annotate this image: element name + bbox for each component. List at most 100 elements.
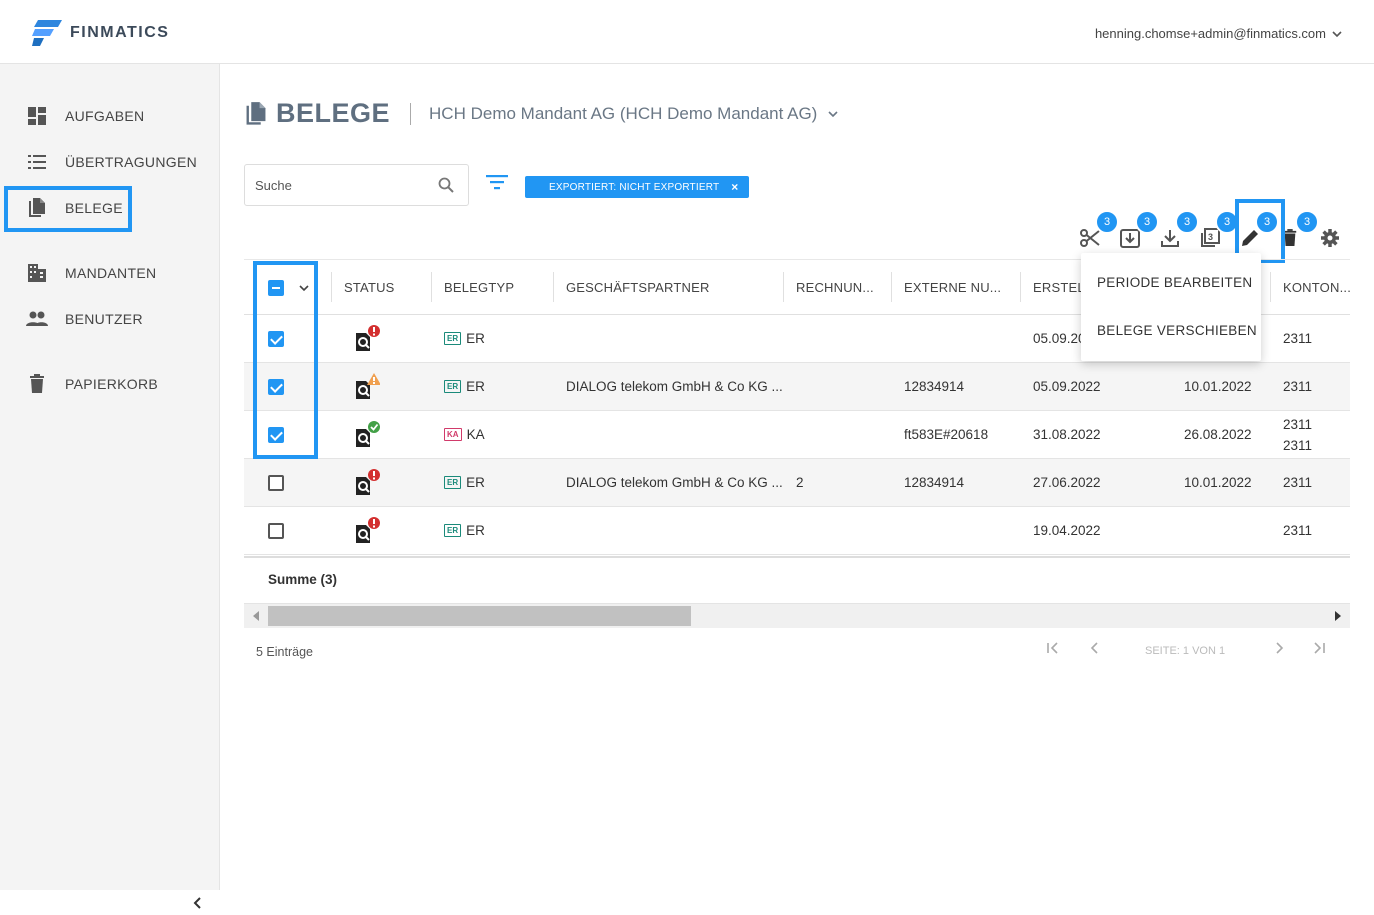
table-row[interactable]: ER ER DIALOG telekom GmbH & Co KG ... 2 1… (244, 459, 1350, 507)
sidebar-item-mandanten[interactable]: MANDANTEN (0, 253, 220, 293)
sidebar-item-label: AUFGABEN (65, 108, 145, 124)
scrollbar-thumb[interactable] (268, 606, 691, 626)
chevron-down-icon (1332, 30, 1342, 37)
svg-text:3: 3 (1208, 232, 1213, 242)
list-icon (26, 151, 48, 173)
erstellt-cell: 05.09.2022 (1033, 379, 1101, 394)
row-checkbox[interactable] (268, 507, 284, 554)
column-divider (553, 272, 554, 302)
belegtyp-tag: ER (444, 380, 462, 393)
konto-cell: 2311 (1283, 475, 1313, 490)
externe-nummer-cell: 12834914 (904, 475, 965, 490)
belegtyp-text: ER (466, 523, 485, 538)
page-info: SEITE: 1 VON 1 (1145, 645, 1226, 657)
status-warning-icon[interactable] (354, 363, 380, 410)
top-bar: FINMATICS henning.chomse+admin@finmatics… (0, 0, 1374, 64)
search-input[interactable] (245, 165, 425, 205)
status-ok-icon[interactable] (354, 411, 380, 458)
belegtyp-tag: ER (444, 476, 462, 489)
partner-cell: DIALOG telekom GmbH & Co KG ... (566, 475, 783, 490)
sidebar-item-uebertragungen[interactable]: ÜBERTRAGUNGEN (0, 142, 220, 182)
scroll-left-icon[interactable] (252, 611, 260, 621)
previous-page-icon[interactable] (1088, 641, 1102, 655)
konto-value: 2311 (1283, 416, 1313, 432)
belegtyp-tag: ER (444, 332, 462, 345)
column-header-konto[interactable]: KONTON... (1283, 260, 1351, 315)
title-divider (410, 102, 412, 125)
gear-icon (1321, 229, 1339, 247)
collapse-sidebar-button[interactable] (192, 896, 204, 915)
next-page-icon[interactable] (1272, 641, 1286, 655)
belegtyp-cell: ER ER (444, 363, 485, 410)
people-icon (26, 308, 48, 330)
column-header-status[interactable]: STATUS (344, 260, 395, 315)
datum-cell: 10.01.2022 (1184, 475, 1252, 490)
status-error-icon[interactable] (354, 507, 380, 554)
belegtyp-tag: ER (444, 524, 462, 537)
entry-count: 5 Einträge (256, 645, 313, 659)
belegtyp-tag: KA (444, 428, 462, 441)
belegtyp-cell: ER ER (444, 459, 485, 506)
column-header-externe-nummer[interactable]: EXTERNE NU... (904, 260, 1001, 315)
sidebar-item-label: PAPIERKORB (65, 376, 158, 392)
sidebar-item-papierkorb[interactable]: PAPIERKORB (0, 364, 220, 404)
column-divider (891, 272, 892, 302)
trash-icon (26, 373, 48, 395)
user-menu[interactable]: henning.chomse+admin@finmatics.com (1095, 26, 1342, 41)
scissors-icon (1080, 229, 1100, 247)
brand-name: FINMATICS (70, 24, 170, 41)
sidebar-highlight-frame (4, 186, 132, 232)
sidebar-item-aufgaben[interactable]: AUFGABEN (0, 96, 220, 136)
erstellt-cell: 19.04.2022 (1033, 523, 1101, 538)
user-email: henning.chomse+admin@finmatics.com (1094, 26, 1326, 41)
finmatics-logo[interactable]: FINMATICS (32, 20, 169, 46)
scroll-right-icon[interactable] (1334, 611, 1342, 621)
main-content: BELEGE HCH Demo Mandant AG (HCH Demo Man… (220, 64, 1374, 890)
remove-filter-button[interactable]: × (731, 180, 738, 194)
horizontal-scrollbar[interactable] (244, 604, 1350, 628)
menu-item-periode-bearbeiten[interactable]: PERIODE BEARBEITEN (1081, 260, 1261, 304)
column-header-belegtyp[interactable]: BELEGTYP (444, 260, 514, 315)
selection-count-badge: 3 (1175, 210, 1199, 234)
column-header-rechnung[interactable]: RECHNUN... (796, 260, 874, 315)
erstellt-cell: 27.06.2022 (1033, 475, 1101, 490)
belegtyp-text: KA (466, 427, 485, 442)
summary-label: Summe (3) (268, 572, 338, 587)
status-error-icon[interactable] (354, 315, 380, 362)
download-icon (1161, 230, 1179, 247)
chevron-left-icon (193, 897, 201, 909)
chevron-down-icon[interactable] (827, 110, 839, 118)
filter-chip[interactable]: EXPORTIERT: NICHT EXPORTIERT × (525, 176, 749, 198)
first-page-icon[interactable] (1046, 641, 1060, 655)
table-row[interactable]: ER ER 19.04.2022 2311 (244, 507, 1350, 555)
column-header-geschaeftspartner[interactable]: GESCHÄFTSPARTNER (566, 260, 710, 315)
checkbox-unchecked (268, 474, 284, 491)
column-divider (1020, 272, 1021, 302)
row-checkbox[interactable] (268, 459, 284, 506)
menu-item-belege-verschieben[interactable]: BELEGE VERSCHIEBEN (1081, 308, 1261, 352)
column-divider (331, 272, 332, 302)
last-page-icon[interactable] (1312, 641, 1326, 655)
column-divider (1270, 272, 1271, 302)
table-row[interactable]: ER ER DIALOG telekom GmbH & Co KG ... 128… (244, 363, 1350, 411)
table-row[interactable]: KA KA ft583E#20618 31.08.2022 26.08.2022 … (244, 411, 1350, 459)
edit-dropdown-menu: PERIODE BEARBEITEN BELEGE VERSCHIEBEN (1081, 253, 1261, 361)
search-icon[interactable] (438, 177, 454, 193)
finmatics-logo-icon (32, 20, 62, 46)
externe-nummer-cell: 12834914 (904, 379, 965, 394)
filter-chip-label: EXPORTIERT: NICHT EXPORTIERT (549, 181, 720, 193)
sidebar-item-label: BENUTZER (65, 311, 143, 327)
belegtyp-text: ER (466, 379, 485, 394)
settings-button[interactable] (1318, 226, 1342, 250)
page-header: BELEGE HCH Demo Mandant AG (HCH Demo Man… (244, 98, 839, 129)
datum-cell: 26.08.2022 (1184, 427, 1252, 442)
search-box (244, 164, 469, 206)
sidebar-item-benutzer[interactable]: BENUTZER (0, 299, 220, 339)
konto-value: 2311 (1283, 437, 1313, 453)
mandant-selector[interactable]: HCH Demo Mandant AG (HCH Demo Mandant AG… (429, 104, 817, 124)
erstellt-cell: 31.08.2022 (1033, 427, 1101, 442)
status-error-icon[interactable] (354, 459, 380, 506)
filter-icon[interactable] (486, 174, 508, 190)
checkbox-highlight-frame (253, 261, 318, 459)
belegtyp-text: ER (466, 475, 485, 490)
